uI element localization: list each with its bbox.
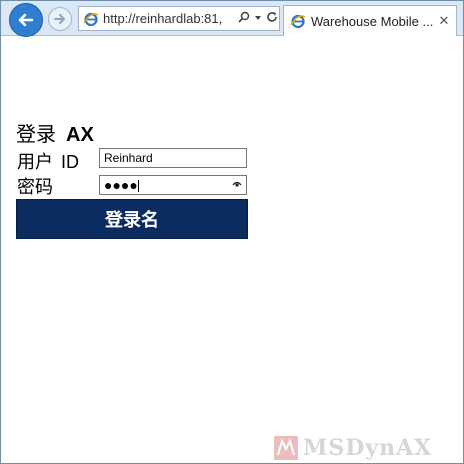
arrow-right-icon	[54, 14, 65, 24]
password-input[interactable]: ●●●●	[99, 175, 247, 195]
browser-tab[interactable]: Warehouse Mobile ... ✕	[283, 5, 457, 36]
page-title: 登录 AX	[16, 118, 94, 147]
watermark-text: MSDynAX	[303, 435, 433, 461]
browser-toolbar: http://reinhardlab:81, Warehouse Mobile …	[1, 1, 463, 37]
forward-button[interactable]	[48, 7, 72, 31]
page-title-ax: AX	[66, 124, 94, 146]
password-mask: ●●●●	[104, 176, 138, 193]
user-id-value: Reinhard	[104, 151, 153, 165]
tab-title[interactable]: Warehouse Mobile ...	[311, 14, 436, 29]
ie-favicon-icon	[83, 12, 99, 26]
password-label: 密码	[17, 177, 53, 198]
reveal-password-icon[interactable]	[232, 180, 242, 191]
browser-window: http://reinhardlab:81, Warehouse Mobile …	[0, 0, 464, 464]
user-id-label-id: ID	[61, 152, 79, 172]
address-url[interactable]: http://reinhardlab:81,	[103, 11, 237, 26]
user-id-label: 用户 ID	[17, 148, 79, 174]
refresh-icon[interactable]	[265, 11, 279, 26]
user-id-label-text: 用户	[17, 152, 53, 173]
text-caret	[137, 180, 139, 193]
watermark-logo-icon	[274, 436, 298, 460]
page-title-text: 登录	[16, 122, 56, 146]
address-bar[interactable]: http://reinhardlab:81,	[78, 6, 280, 31]
search-icon[interactable]	[237, 11, 251, 26]
watermark: MSDynAX	[273, 433, 463, 463]
close-icon[interactable]: ✕	[436, 13, 452, 29]
user-id-input[interactable]: Reinhard	[99, 148, 247, 168]
back-button[interactable]	[9, 3, 43, 37]
arrow-left-icon	[18, 13, 34, 27]
chevron-down-icon[interactable]	[251, 12, 265, 26]
login-button[interactable]: 登录名	[16, 199, 248, 239]
password-value: ●●●●	[104, 178, 139, 193]
ie-favicon-icon	[290, 14, 306, 29]
